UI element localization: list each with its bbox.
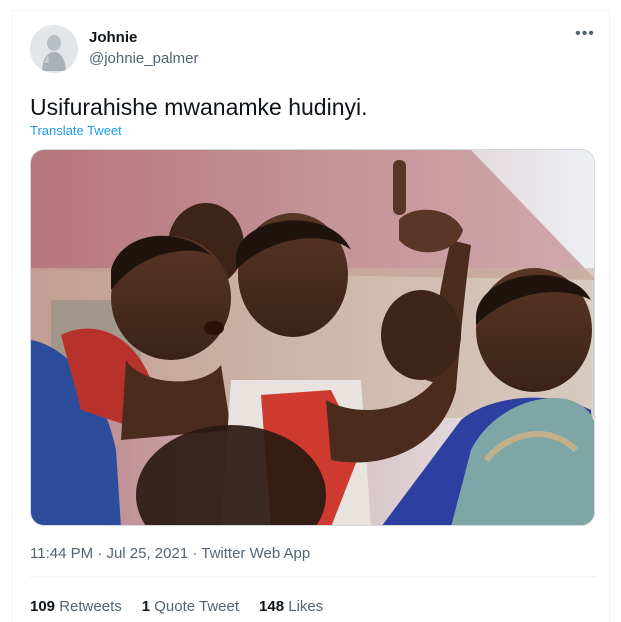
meta-separator: · bbox=[192, 545, 198, 562]
ellipsis-icon: ••• bbox=[575, 25, 595, 42]
tweet-card: Johnie @johnie_palmer ••• Usifurahishe m… bbox=[12, 10, 610, 622]
tweet-text: Usifurahishe mwanamke hudinyi. bbox=[30, 94, 368, 120]
tweet-meta: 11:44 PM · Jul 25, 2021 · Twitter Web Ap… bbox=[30, 545, 310, 562]
avatar-image bbox=[30, 25, 78, 73]
quotes-label: Quote Tweet bbox=[154, 598, 240, 615]
retweets-stat[interactable]: 109 Retweets bbox=[30, 598, 122, 615]
avatar[interactable] bbox=[30, 25, 78, 73]
quote-tweets-stat[interactable]: 1 Quote Tweet bbox=[142, 598, 239, 615]
meta-separator: · bbox=[97, 545, 103, 562]
likes-stat[interactable]: 148 Likes bbox=[259, 598, 323, 615]
likes-label: Likes bbox=[288, 598, 324, 615]
likes-count: 148 bbox=[259, 598, 285, 615]
tweet-source[interactable]: Twitter Web App bbox=[201, 545, 310, 562]
photo-image bbox=[31, 150, 594, 525]
tweet-date[interactable]: Jul 25, 2021 bbox=[106, 545, 188, 562]
tweet-time[interactable]: 11:44 PM bbox=[30, 545, 93, 562]
retweets-count: 109 bbox=[30, 598, 56, 615]
retweets-label: Retweets bbox=[59, 598, 122, 615]
tweet-stats: 109 Retweets 1 Quote Tweet 148 Likes bbox=[30, 598, 323, 615]
divider bbox=[30, 576, 597, 577]
translate-tweet-link[interactable]: Translate Tweet bbox=[30, 123, 122, 138]
author-handle[interactable]: @johnie_palmer bbox=[89, 50, 198, 67]
author-name[interactable]: Johnie bbox=[89, 29, 137, 46]
tweet-photo[interactable] bbox=[30, 149, 595, 526]
more-options-button[interactable]: ••• bbox=[573, 25, 597, 47]
quotes-count: 1 bbox=[141, 598, 151, 615]
